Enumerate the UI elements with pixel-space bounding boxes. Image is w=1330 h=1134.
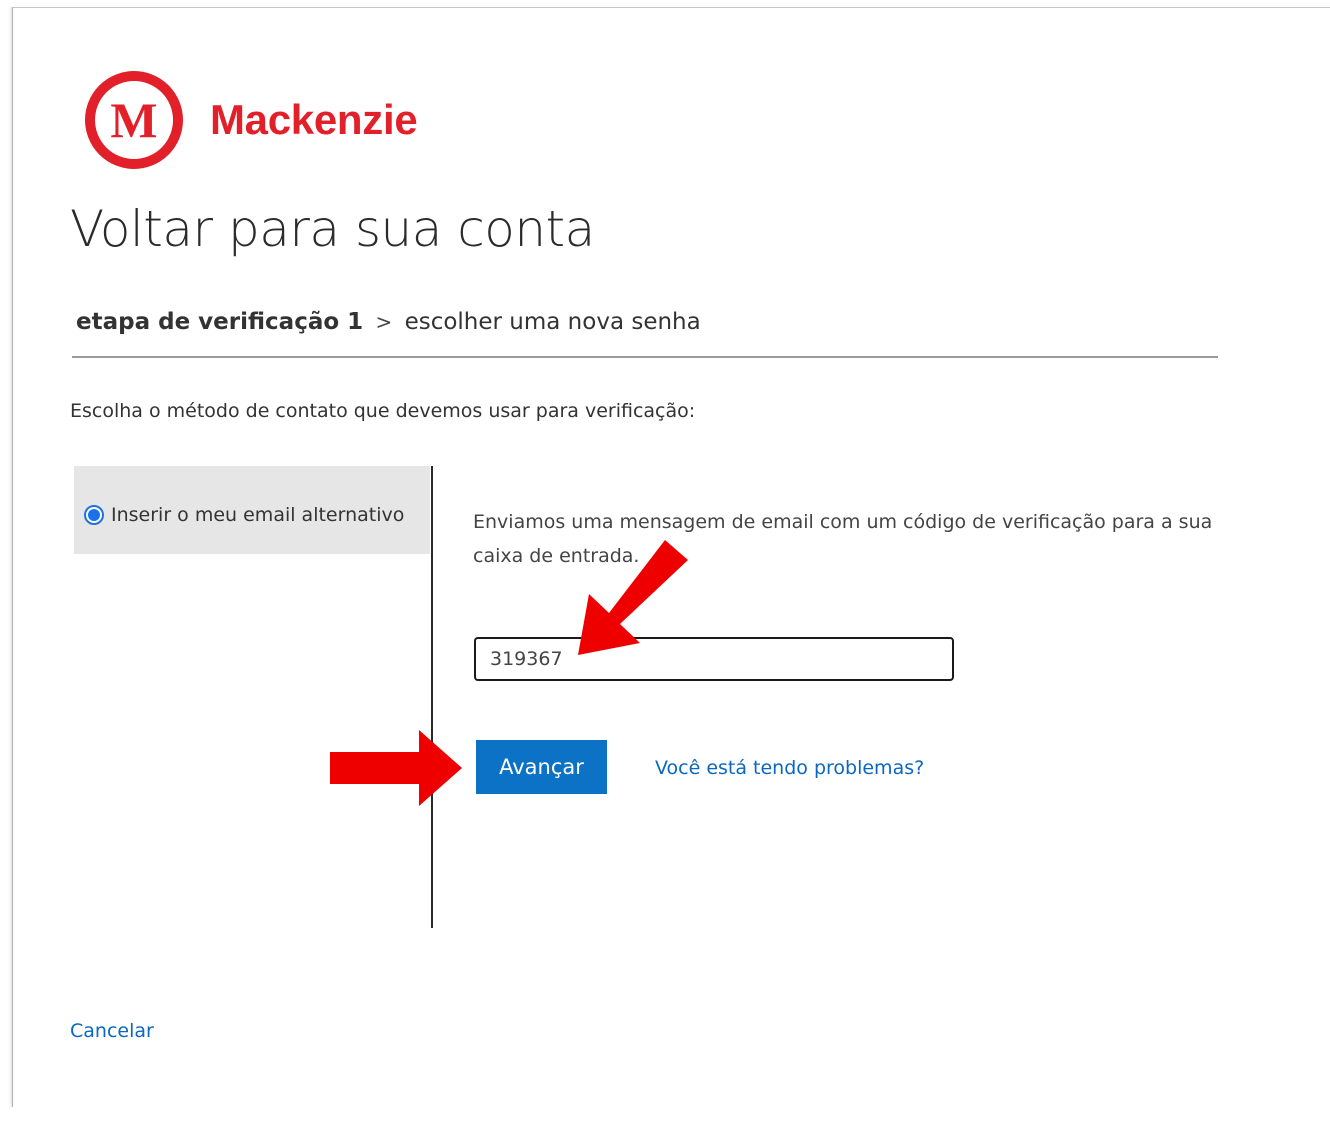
trouble-help-link[interactable]: Você está tendo problemas? xyxy=(655,757,924,779)
verification-code-input[interactable] xyxy=(474,637,954,681)
breadcrumb-next-step: escolher uma nova senha xyxy=(404,309,701,335)
verification-message: Enviamos uma mensagem de email com um có… xyxy=(473,511,1213,567)
window-frame-top xyxy=(12,7,1330,8)
breadcrumb: etapa de verificação 1 > escolher uma no… xyxy=(76,309,701,335)
breadcrumb-divider xyxy=(72,356,1218,358)
page-title: Voltar para sua conta xyxy=(70,200,595,258)
cancel-link[interactable]: Cancelar xyxy=(70,1020,154,1042)
svg-text:M: M xyxy=(110,92,157,148)
contact-method-panel: Inserir o meu email alternativo xyxy=(74,466,430,554)
instruction-text: Escolha o método de contato que devemos … xyxy=(70,400,696,422)
next-button[interactable]: Avançar xyxy=(476,740,607,794)
mackenzie-logo-icon: M xyxy=(85,71,183,169)
brand-name: Mackenzie xyxy=(210,96,418,143)
breadcrumb-current-step: etapa de verificação 1 xyxy=(76,309,364,335)
contact-method-option[interactable]: Inserir o meu email alternativo xyxy=(84,504,404,526)
method-radio-button[interactable] xyxy=(84,505,104,525)
breadcrumb-separator: > xyxy=(375,310,393,334)
brand-logo: M Mackenzie xyxy=(84,70,418,170)
red-arrow-icon xyxy=(330,730,462,806)
panel-divider xyxy=(431,466,433,928)
method-label: Inserir o meu email alternativo xyxy=(111,504,405,526)
radio-selected-dot xyxy=(88,509,100,521)
window-frame-left xyxy=(12,7,13,1107)
